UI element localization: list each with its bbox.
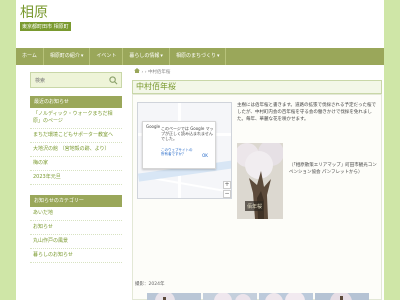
category-link[interactable]: あいだ地	[30, 207, 122, 221]
search-form	[30, 72, 122, 88]
google-logo: Google	[146, 124, 161, 129]
breadcrumb: › › 中村佰年桜	[132, 68, 382, 78]
nav-item-home[interactable]: ホーム	[16, 48, 44, 65]
home-icon[interactable]	[134, 68, 140, 73]
page-title: 中村佰年桜	[132, 80, 382, 94]
categories-widget: お知らせのカテゴリー あいだ地 お知らせ 丸山作戸の風景 暮らしのお知らせ	[30, 195, 122, 263]
recent-post-link[interactable]: 2023年元旦	[30, 171, 122, 185]
nav-label: 相原町の紹介	[49, 53, 80, 59]
site-tagline: 東京都町田市 相原町	[20, 22, 71, 31]
category-link[interactable]: 暮らしのお知らせ	[30, 249, 122, 263]
breadcrumb-current: 中村佰年桜	[147, 70, 171, 75]
recent-post-link[interactable]: 大地沢の館 （宮地殻の跡、より）	[30, 143, 122, 157]
widget-title: お知らせのカテゴリー	[30, 195, 122, 207]
main-nav: ホーム 相原町の紹介▾ イベント 暮らしの情報▾ 相原のまちづくり▾	[16, 48, 384, 65]
cherry-tree-photo[interactable]: 佰年桜	[237, 143, 283, 219]
search-input[interactable]	[33, 75, 103, 86]
chevron-down-icon: ▾	[216, 53, 220, 59]
google-map-embed[interactable]: Google このページでは Google マップが正しく読み込まれませんでした…	[137, 102, 232, 199]
recent-post-link[interactable]: まちだ環境こどもサポーター教室へ	[30, 129, 122, 143]
recent-post-link[interactable]: 「ノルディック・ウォークまちだ相原」のページ	[30, 108, 122, 129]
nav-label: ホーム	[22, 53, 37, 59]
gallery-thumbnail[interactable]	[147, 293, 201, 300]
svg-text:佰年桜: 佰年桜	[247, 203, 262, 210]
zoom-in-button[interactable]: +	[223, 181, 231, 189]
recent-post-link[interactable]: 梅の家	[30, 157, 122, 171]
category-link[interactable]: 丸山作戸の風景	[30, 235, 122, 249]
zoom-out-button[interactable]: −	[223, 190, 231, 198]
gallery-thumbnail[interactable]	[203, 293, 257, 300]
main-content: › › 中村佰年桜 中村佰年桜 Google このページでは Google マッ…	[132, 68, 382, 300]
breadcrumb-separator: ›	[141, 70, 144, 75]
chevron-down-icon: ▾	[80, 53, 84, 59]
photo-gallery	[147, 293, 369, 300]
photo-year: 撮影：2024年	[135, 282, 165, 287]
category-link[interactable]: お知らせ	[30, 221, 122, 235]
search-icon[interactable]	[109, 76, 118, 85]
nav-label: 暮らしの情報	[129, 53, 160, 59]
nav-item-about[interactable]: 相原町の紹介▾	[44, 48, 91, 65]
site-title[interactable]: 相原	[20, 2, 48, 22]
nav-item-events[interactable]: イベント	[90, 48, 124, 65]
map-error-message: このページでは Google マップが正しく読み込まれませんでした。	[161, 126, 214, 141]
map-error-dialog: Google このページでは Google マップが正しく読み込まれませんでした…	[142, 121, 216, 169]
site-header: 相原 東京都町田市 相原町	[16, 0, 384, 48]
sidebar: 最近のお知らせ 「ノルディック・ウォークまちだ相原」のページ まちだ環境こどもサ…	[30, 72, 122, 263]
breadcrumb-separator: ›	[144, 70, 147, 75]
nav-label: イベント	[96, 53, 117, 59]
recent-posts-widget: 最近のお知らせ 「ノルディック・ウォークまちだ相原」のページ まちだ環境こどもサ…	[30, 96, 122, 185]
chevron-down-icon: ▾	[160, 53, 163, 59]
gallery-thumbnail[interactable]	[259, 293, 313, 300]
photo-caption: （「相原散策エリアマップ」町田市観光コンベンション協会 パンフレットから）	[289, 163, 377, 175]
article-text: 主樹には佰年桜と書きます。道路の拡張で伐採される予定だった桜でしたが、中村町内会…	[237, 103, 377, 122]
map-ok-button[interactable]: OK	[199, 152, 211, 159]
gallery-thumbnail[interactable]	[315, 293, 369, 300]
map-owner-link[interactable]: このウェブサイトの所有者ですか？	[161, 148, 193, 156]
widget-title: 最近のお知らせ	[30, 96, 122, 108]
nav-label: 相原のまちづくり	[175, 53, 216, 59]
page-container: 相原 東京都町田市 相原町 ホーム 相原町の紹介▾ イベント 暮らしの情報▾ 相…	[16, 0, 384, 300]
nav-item-town[interactable]: 相原のまちづくり▾	[170, 48, 227, 65]
article-body: Google このページでは Google マップが正しく読み込まれませんでした…	[132, 94, 382, 300]
nav-item-living[interactable]: 暮らしの情報▾	[123, 48, 170, 65]
